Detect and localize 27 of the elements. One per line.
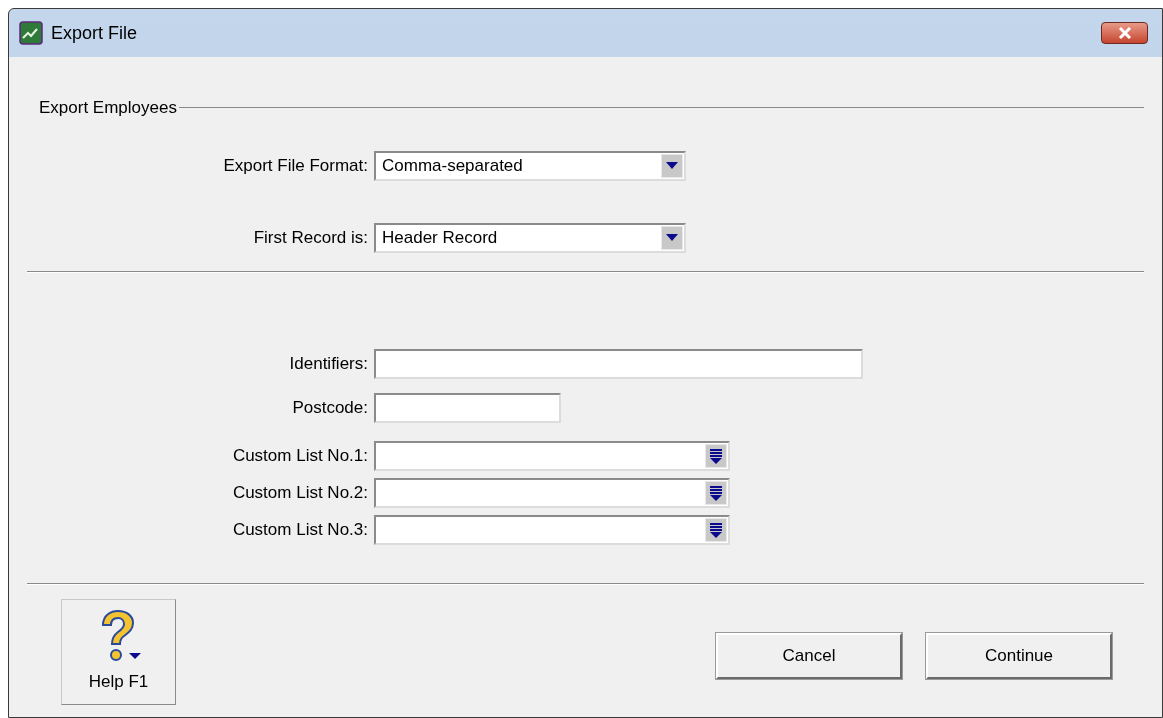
- dropdown-arrow-icon: [666, 162, 678, 169]
- input-field[interactable]: [374, 348, 863, 379]
- field-label: Custom List No.1:: [231, 444, 369, 467]
- list-arrow-icon: [709, 484, 723, 501]
- close-icon: [1116, 27, 1133, 39]
- field-label: Export File Format:: [222, 154, 369, 177]
- field-label: Custom List No.3:: [231, 518, 369, 541]
- input-field[interactable]: [374, 392, 561, 423]
- field-label: Custom List No.2:: [231, 481, 369, 504]
- list-arrow-icon: [709, 447, 723, 464]
- list-arrow-icon: [709, 521, 723, 538]
- dialog-button[interactable]: Continue: [926, 632, 1112, 679]
- help-button[interactable]: Help F1: [61, 598, 176, 705]
- app-icon: [19, 21, 43, 45]
- section-title: Export Employees: [39, 97, 177, 119]
- list-field[interactable]: [374, 440, 730, 471]
- field-label: Identifiers:: [288, 352, 369, 375]
- dropdown[interactable]: Header Record: [374, 222, 686, 253]
- window-title: Export File: [51, 21, 138, 45]
- dropdown[interactable]: Comma-separated: [374, 150, 686, 181]
- list-field[interactable]: [374, 477, 730, 508]
- close-button[interactable]: [1101, 22, 1148, 44]
- dropdown-arrow-icon: [666, 234, 678, 241]
- list-field[interactable]: [374, 514, 730, 545]
- field-label: First Record is:: [252, 226, 369, 249]
- field-label: Postcode:: [291, 396, 369, 419]
- dialog-button[interactable]: Cancel: [716, 632, 902, 679]
